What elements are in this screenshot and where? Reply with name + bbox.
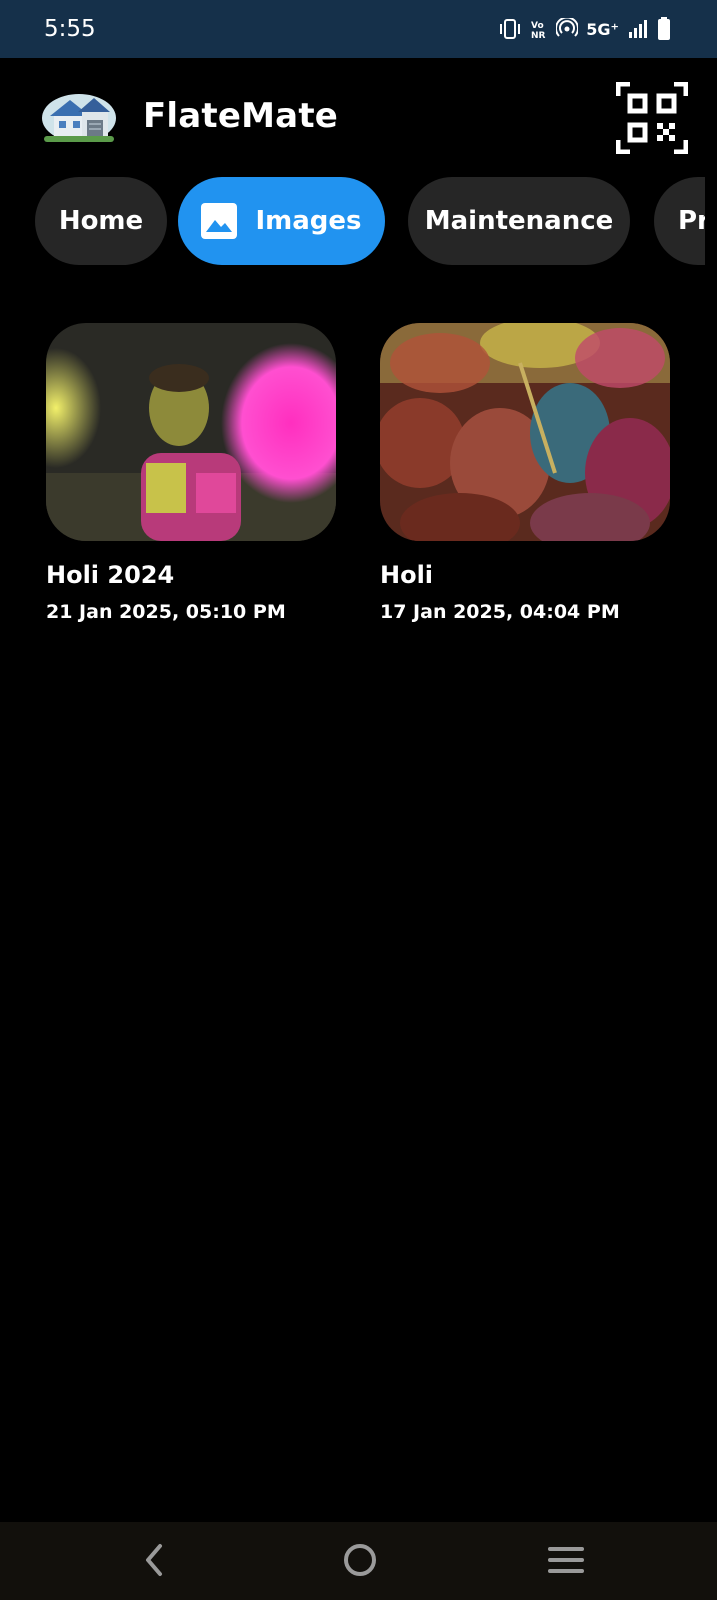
tab-home[interactable]: Home <box>35 177 167 265</box>
status-icons: Vo NR 5G⁺ <box>498 17 671 41</box>
status-bar: 5:55 Vo NR 5G⁺ <box>0 0 717 58</box>
status-time: 5:55 <box>44 16 96 42</box>
system-nav-bar <box>0 1522 717 1600</box>
tab-home-label: Home <box>58 206 144 236</box>
gallery-item-date: 17 Jan 2025, 04:04 PM <box>380 601 620 623</box>
tab-images[interactable]: Images <box>178 177 385 265</box>
tab-images-label: Images <box>255 206 362 236</box>
svg-text:NR: NR <box>531 31 546 40</box>
image-icon <box>201 203 238 239</box>
tab-maintenance-label: Maintenance <box>424 206 614 236</box>
qr-code-icon[interactable] <box>616 82 688 154</box>
gallery-item[interactable]: Holi 17 Jan 2025, 04:04 PM <box>380 323 670 623</box>
svg-text:Vo: Vo <box>531 21 544 31</box>
gallery-item-title: Holi 2024 <box>46 561 175 589</box>
holi-crowd-thumbnail[interactable] <box>380 323 670 541</box>
tab-maintenance[interactable]: Maintenance <box>408 177 630 265</box>
gallery-item[interactable]: Holi 2024 21 Jan 2025, 05:10 PM <box>46 323 336 623</box>
holi-photo-thumbnail[interactable] <box>46 323 336 541</box>
home-icon[interactable] <box>340 1540 380 1580</box>
hotspot-icon <box>556 18 579 37</box>
category-tabs: Home Images Maintenance Pr <box>35 177 705 265</box>
signal-icon <box>629 20 647 38</box>
gallery-item-date: 21 Jan 2025, 05:10 PM <box>46 601 286 623</box>
gallery-item-title: Holi <box>380 561 434 589</box>
battery-icon <box>658 17 670 40</box>
house-logo-icon <box>42 94 116 142</box>
vibrate-icon <box>500 19 521 39</box>
recents-icon[interactable] <box>546 1540 586 1580</box>
network-type: 5G⁺ <box>586 19 619 39</box>
volte-icon: Vo NR <box>531 21 546 40</box>
tab-more[interactable]: Pr <box>654 177 705 265</box>
app-title: FlateMate <box>143 96 339 136</box>
back-icon[interactable] <box>136 1540 176 1580</box>
tab-more-label: Pr <box>678 206 705 236</box>
